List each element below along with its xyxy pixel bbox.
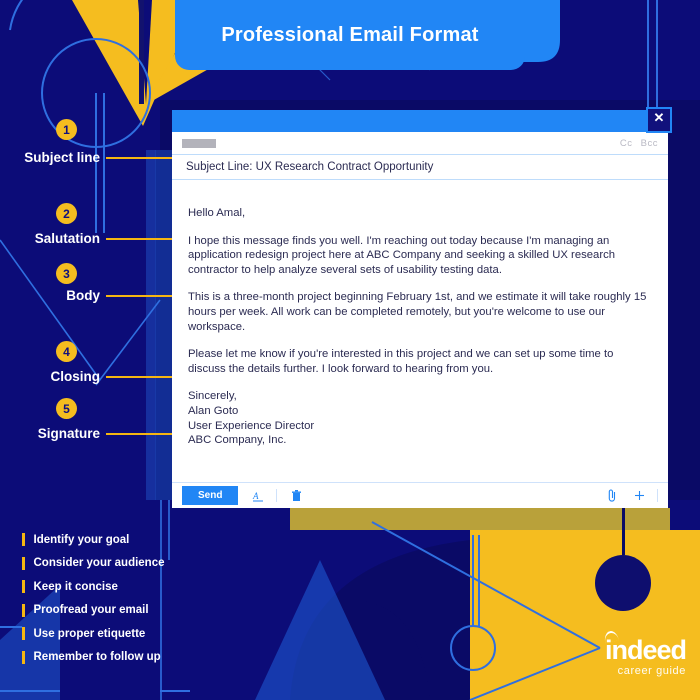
list-item: Proofread your email (22, 599, 165, 623)
annotation-leader-1 (106, 157, 174, 159)
signature-line-4: ABC Company, Inc. (188, 434, 287, 447)
bcc-button[interactable]: Bcc (641, 138, 658, 149)
salutation-text: Hello Amal, (188, 207, 246, 219)
closing-text: Please let me know if you're interested … (188, 348, 614, 375)
email-compose-window: ✕ Cc Bcc Subject Line: UX Research Contr… (172, 107, 672, 508)
body-paragraph-2: This is a three-month project beginning … (188, 291, 647, 333)
body-paragraph-1: I hope this message finds you well. I'm … (188, 234, 616, 276)
tip-bar (22, 580, 25, 594)
subject-row[interactable]: Subject Line: UX Research Contract Oppor… (172, 155, 668, 180)
tip-bar (22, 556, 25, 570)
list-item: Consider your audience (22, 552, 165, 576)
annotation-label-5: Signature (37, 426, 100, 441)
tip-bar (22, 603, 25, 617)
logo-tagline: career guide (617, 665, 686, 677)
tip-bar (22, 533, 25, 547)
tip-bar (22, 650, 25, 664)
annotation-leader-5 (106, 433, 174, 435)
list-item: Keep it concise (22, 575, 165, 599)
list-item: Remember to follow up (22, 646, 165, 670)
tips-list: Identify your goal Consider your audienc… (22, 528, 165, 669)
annotation-leader-2 (106, 238, 174, 240)
tip-label: Identify your goal (33, 533, 130, 546)
window-titlebar (172, 110, 668, 132)
cc-button[interactable]: Cc (620, 138, 633, 149)
annotation-label-4: Closing (50, 369, 101, 384)
annotation-badge-4: 4 (56, 341, 77, 362)
recipient-row[interactable]: Cc Bcc (172, 132, 668, 155)
paperclip-icon[interactable] (607, 489, 618, 502)
annotation-label-2: Salutation (34, 231, 100, 246)
annotation-label-1: Subject line (24, 150, 100, 165)
toolbar-divider-right (657, 489, 658, 502)
tip-label: Proofread your email (33, 604, 149, 617)
toolbar-right-group (591, 489, 658, 502)
signature-line-1: Sincerely, (188, 390, 237, 403)
svg-text:A: A (252, 491, 259, 501)
send-button[interactable]: Send (182, 486, 239, 505)
poster-canvas: Professional Email Format 1 Subject line… (0, 0, 700, 700)
tip-label: Remember to follow up (33, 651, 161, 664)
tip-label: Use proper etiquette (33, 627, 146, 640)
email-body[interactable]: Hello Amal, I hope this message finds yo… (172, 180, 668, 467)
annotation-leader-4 (106, 376, 174, 378)
signature-block: Sincerely, Alan Goto User Experience Dir… (188, 389, 652, 447)
compose-toolbar: Send A (172, 482, 668, 508)
tip-label: Consider your audience (33, 557, 165, 570)
tip-label: Keep it concise (33, 580, 118, 593)
logo-wordmark: indeed (602, 629, 687, 664)
list-item: Use proper etiquette (22, 622, 165, 646)
annotation-badge-2: 2 (56, 203, 77, 224)
list-item: Identify your goal (22, 528, 165, 552)
annotation-badge-3: 3 (56, 263, 77, 284)
format-text-icon[interactable]: A (252, 490, 264, 502)
page-title-banner: Professional Email Format (175, 0, 525, 70)
to-field-redacted[interactable] (182, 138, 216, 148)
signature-line-3: User Experience Director (188, 419, 315, 432)
annotation-leader-3 (106, 295, 174, 297)
close-icon[interactable]: ✕ (646, 107, 672, 133)
annotation-badge-5: 5 (56, 398, 77, 419)
signature-line-2: Alan Goto (188, 404, 239, 417)
tip-bar (22, 627, 25, 641)
subject-text: Subject Line: UX Research Contract Oppor… (186, 161, 434, 173)
page-title: Professional Email Format (221, 23, 479, 46)
indeed-career-guide-logo: indeed career guide (602, 629, 687, 678)
annotation-label-3: Body (66, 288, 100, 303)
toolbar-divider (276, 489, 278, 502)
annotation-badge-1: 1 (56, 119, 77, 140)
cc-bcc-controls[interactable]: Cc Bcc (615, 138, 658, 149)
plus-icon[interactable] (634, 490, 645, 501)
trash-icon[interactable] (291, 489, 302, 502)
